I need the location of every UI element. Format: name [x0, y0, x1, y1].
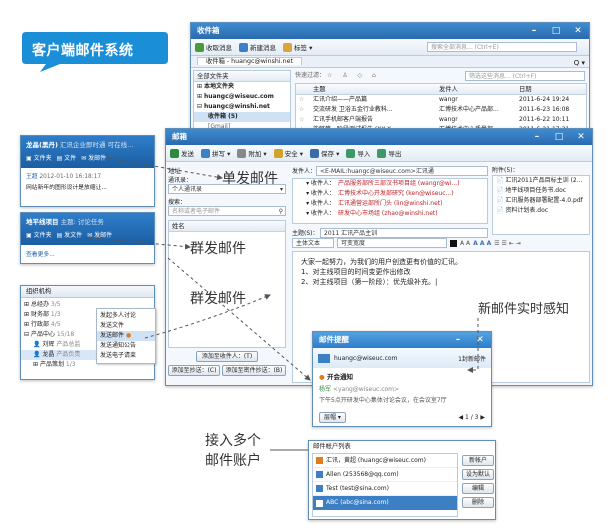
annotation-arrows — [89, 157, 479, 451]
